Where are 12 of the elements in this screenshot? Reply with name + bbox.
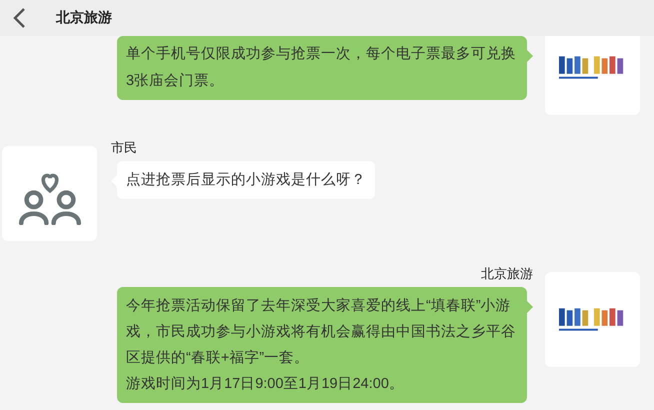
avatar[interactable] <box>545 36 640 115</box>
avatar[interactable] <box>545 272 640 367</box>
bubble-tail <box>527 50 533 62</box>
message-bubble: 点进抢票后显示的小游戏是什么呀？ <box>117 161 375 199</box>
sender-name: 北京旅游 <box>481 267 533 281</box>
sender-name: 市民 <box>111 141 137 155</box>
back-icon <box>12 7 26 29</box>
chat-title: 北京旅游 <box>56 9 112 27</box>
message-bubble: 单个手机号仅限成功参与抢票一次，每个电子票最多可兑换3张庙会门票。 <box>117 36 527 100</box>
message-bubble: 今年抢票活动保留了去年深受大家喜爱的线上“填春联”小游戏，市民成功参与小游戏将有机会赢得由中国书法之乡平谷区提供的“春联+福字”一套。 游戏时间为1月17日9:00至1月19日24:00。 <box>117 287 527 403</box>
avatar[interactable] <box>2 146 97 241</box>
bubble-tail <box>527 301 533 313</box>
